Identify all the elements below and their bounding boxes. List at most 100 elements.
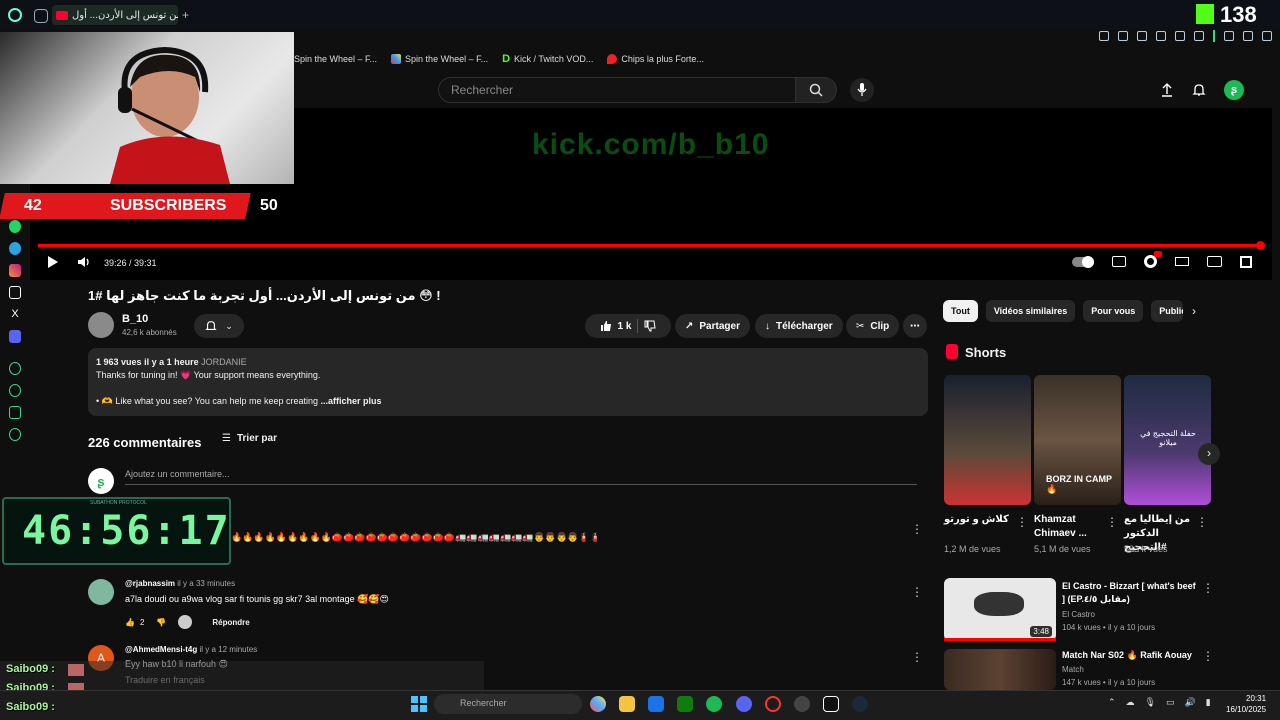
like-button[interactable]: 👍 2	[125, 618, 144, 627]
video-thumbnail[interactable]	[944, 649, 1056, 690]
short-menu-icon[interactable]: ⋮	[1196, 515, 1208, 529]
bell-icon[interactable]	[1192, 83, 1206, 97]
obs-icon[interactable]	[794, 696, 810, 712]
bookmark-item[interactable]: Spin the Wheel – F...	[391, 54, 488, 64]
chevron-right-icon[interactable]: ›	[1192, 304, 1196, 318]
system-clock[interactable]: 20:31 16/10/2025	[1226, 693, 1266, 715]
bookmark-item[interactable]: Spin the Wheel – F...	[294, 54, 377, 64]
clip-button[interactable]: ✂ Clip	[846, 314, 900, 338]
subscribed-bell-button[interactable]: ⌄	[194, 314, 244, 338]
whatsapp-icon[interactable]	[9, 220, 21, 233]
taskbar-search[interactable]: Rechercher	[434, 694, 582, 714]
extensions-icon[interactable]	[9, 406, 21, 419]
add-comment-input[interactable]: Ajoutez un commentaire...	[125, 469, 230, 479]
description-box[interactable]: 1 963 vues il y a 1 heure JORDANIE Thank…	[88, 348, 928, 416]
comment-author[interactable]: @rjabnassim il y a 33 minutes	[125, 579, 235, 588]
video-menu-icon[interactable]: ⋮	[1202, 581, 1214, 595]
tiktok-icon[interactable]	[9, 286, 21, 299]
video-menu-icon[interactable]: ⋮	[1202, 649, 1214, 663]
short-thumbnail[interactable]: حفلة التحجيج في ميلانو	[1124, 375, 1211, 505]
theater-mode-icon[interactable]	[1175, 257, 1189, 266]
settings-icon[interactable]	[1144, 251, 1162, 268]
opera-gx-icon[interactable]	[765, 696, 781, 712]
chip-published[interactable]: Publiée	[1151, 300, 1184, 322]
file-explorer-icon[interactable]	[619, 696, 635, 712]
shorts-next-button[interactable]: ›	[1198, 443, 1220, 465]
download-button[interactable]: ↓ Télécharger	[755, 314, 843, 338]
short-caption[interactable]: كلاش و تورتو	[944, 513, 1018, 527]
instagram-icon[interactable]	[9, 264, 21, 277]
volume-button[interactable]	[77, 255, 91, 269]
upload-icon[interactable]	[1160, 83, 1174, 97]
workspace-icon[interactable]	[34, 9, 48, 23]
chip-for-you[interactable]: Pour vous	[1083, 300, 1144, 322]
sort-button[interactable]: ☰ Trier par	[222, 433, 277, 444]
bookmark-item[interactable]: Chips la plus Forte...	[607, 54, 704, 64]
play-button[interactable]	[46, 255, 60, 269]
profile-icon[interactable]	[1224, 31, 1234, 41]
video-title[interactable]: Match Nar S02 🔥 Rafik Aouay	[1062, 649, 1200, 662]
chip-similar[interactable]: Vidéos similaires	[985, 300, 1076, 322]
xbox-icon[interactable]	[677, 696, 693, 712]
autoplay-toggle[interactable]	[1072, 255, 1094, 268]
volume-icon[interactable]: 🔊	[1185, 697, 1196, 708]
store-icon[interactable]	[648, 696, 664, 712]
onedrive-icon[interactable]: ☁	[1126, 697, 1135, 708]
menu-icon[interactable]	[1262, 31, 1272, 41]
short-caption[interactable]: Khamzat Chimaev ...	[1034, 513, 1108, 541]
video-channel[interactable]: El Castro	[1062, 609, 1095, 621]
download-icon[interactable]	[1243, 31, 1253, 41]
pin-icon[interactable]	[1099, 31, 1109, 41]
player-icon[interactable]	[9, 362, 21, 375]
heart-icon[interactable]	[1194, 31, 1204, 41]
short-menu-icon[interactable]: ⋮	[1016, 515, 1028, 529]
location-tag[interactable]: JORDANIE	[201, 357, 247, 367]
share-button[interactable]: ↗ Partager	[675, 314, 750, 338]
discord-icon[interactable]	[736, 696, 752, 712]
search-input[interactable]: Rechercher	[438, 77, 796, 103]
thumbs-down-icon[interactable]: 👎	[156, 618, 166, 627]
like-button[interactable]: 1 k	[600, 320, 631, 332]
video-channel[interactable]: Match	[1062, 664, 1084, 676]
reply-button[interactable]: Répondre	[212, 618, 249, 627]
epic-games-icon[interactable]	[823, 696, 839, 712]
tray-chevron-icon[interactable]: ⌃	[1108, 697, 1116, 708]
microphone-icon[interactable]: 🎙	[1145, 697, 1156, 708]
shield-icon[interactable]	[1137, 31, 1147, 41]
vpn-icon[interactable]	[1156, 31, 1166, 41]
short-thumbnail[interactable]: BORZ IN CAMP 🔥	[1034, 375, 1121, 505]
gear-icon[interactable]	[9, 428, 21, 441]
video-thumbnail[interactable]: 3:48	[944, 578, 1056, 641]
x-icon[interactable]: X	[9, 308, 21, 321]
fullscreen-icon[interactable]	[1240, 255, 1252, 268]
comment-menu-icon[interactable]: ⋮	[911, 522, 923, 536]
windows-start-icon[interactable]	[411, 696, 427, 712]
bookmark-item[interactable]: D Kick / Twitch VOD...	[502, 53, 593, 65]
account-avatar[interactable]: ʂ	[1224, 80, 1244, 100]
opera-gx-icon[interactable]	[8, 8, 22, 22]
progress-bar[interactable]	[38, 244, 1260, 247]
steam-icon[interactable]	[852, 696, 868, 712]
comment-avatar[interactable]	[88, 579, 114, 605]
subtitles-icon[interactable]	[1112, 256, 1126, 267]
play-icon[interactable]	[1175, 31, 1185, 41]
history-icon[interactable]	[9, 384, 21, 397]
copilot-icon[interactable]	[590, 696, 606, 712]
channel-name[interactable]: B_10	[122, 313, 148, 325]
video-title[interactable]: El Castro - Bizzart [ what's beef ] (EP.…	[1062, 580, 1200, 606]
search-button[interactable]	[795, 77, 837, 103]
spotify-icon[interactable]	[706, 696, 722, 712]
snapshot-icon[interactable]	[1118, 31, 1128, 41]
thumbs-down-icon[interactable]	[644, 320, 657, 332]
browser-tab-active[interactable]: من تونس إلى الأردن... أول 😳 !	[52, 5, 178, 25]
progress-scrubber[interactable]	[1256, 241, 1265, 250]
channel-avatar[interactable]	[88, 312, 114, 338]
comment-menu-icon[interactable]: ⋮	[911, 585, 923, 599]
cast-icon[interactable]	[1207, 256, 1222, 267]
network-icon[interactable]: ▭	[1166, 697, 1175, 708]
comment-menu-icon[interactable]: ⋮	[911, 650, 923, 664]
more-actions-button[interactable]: ⋯	[903, 314, 927, 338]
telegram-icon[interactable]	[9, 242, 21, 255]
short-menu-icon[interactable]: ⋮	[1106, 515, 1118, 529]
show-more-link[interactable]: ...afficher plus	[321, 396, 382, 406]
